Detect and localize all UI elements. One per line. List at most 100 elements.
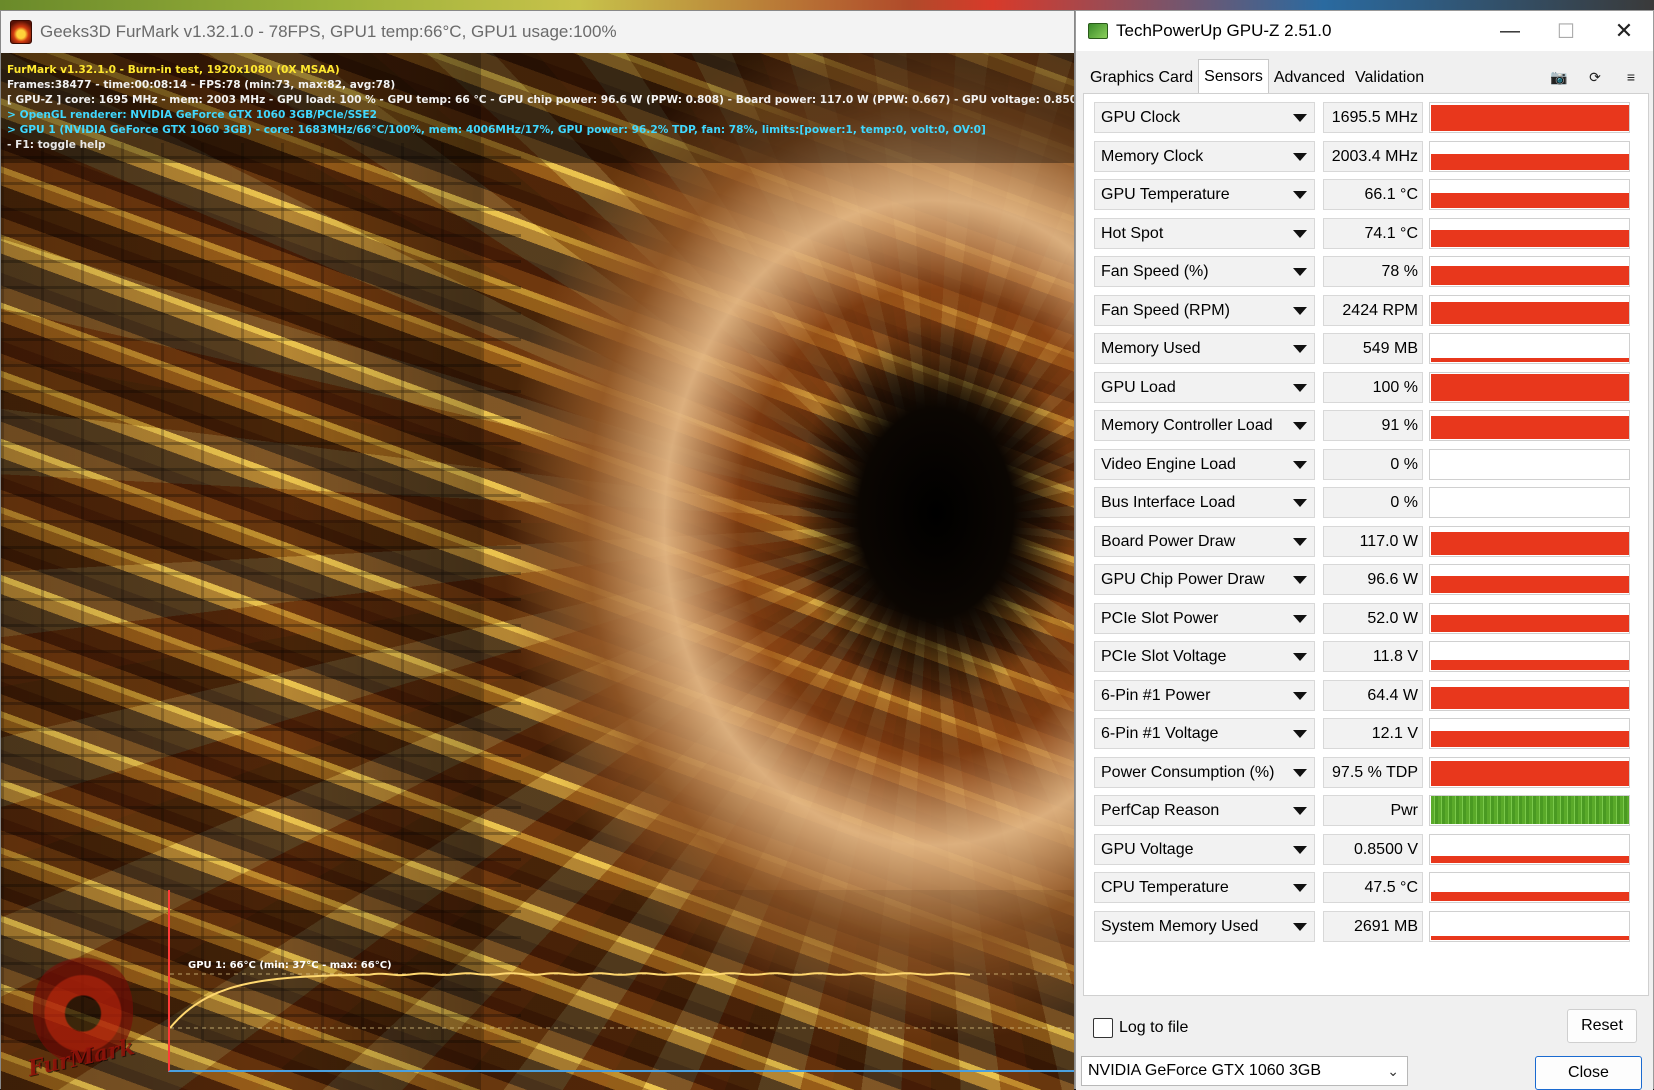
sensor-graph	[1429, 256, 1630, 287]
refresh-icon[interactable]: ⟳	[1579, 65, 1611, 89]
sensor-name: Bus Interface Load	[1101, 494, 1236, 511]
dropdown-arrow-icon[interactable]	[1293, 576, 1307, 584]
sensor-name-dropdown[interactable]: Fan Speed (%)	[1094, 256, 1315, 287]
sensor-name-dropdown[interactable]: Hot Spot	[1094, 218, 1315, 249]
log-to-file-option[interactable]: Log to file	[1093, 1018, 1188, 1038]
dropdown-arrow-icon[interactable]	[1293, 884, 1307, 892]
menu-icon[interactable]: ≡	[1615, 65, 1647, 89]
dropdown-arrow-icon[interactable]	[1293, 807, 1307, 815]
dropdown-arrow-icon[interactable]	[1293, 461, 1307, 469]
dropdown-arrow-icon[interactable]	[1293, 653, 1307, 661]
dropdown-arrow-icon[interactable]	[1293, 499, 1307, 507]
sensor-name: PerfCap Reason	[1101, 802, 1220, 819]
sensor-graph-fill	[1431, 302, 1629, 324]
sensor-name-dropdown[interactable]: GPU Voltage	[1094, 834, 1315, 865]
tab-sensors[interactable]: Sensors	[1198, 59, 1269, 93]
sensor-row: 6-Pin #1 Voltage 12.1 V	[1094, 718, 1640, 749]
sensor-name-dropdown[interactable]: GPU Clock	[1094, 102, 1315, 133]
sensor-row: GPU Load 100 %	[1094, 372, 1640, 403]
sensor-name-dropdown[interactable]: Memory Used	[1094, 333, 1315, 364]
sensor-name-dropdown[interactable]: Memory Clock	[1094, 141, 1315, 172]
sensor-row: PCIe Slot Voltage 11.8 V	[1094, 641, 1640, 672]
sensor-value: 47.5 °C	[1323, 872, 1423, 903]
sensor-name-dropdown[interactable]: GPU Load	[1094, 372, 1315, 403]
camera-icon[interactable]: 📷	[1543, 65, 1575, 89]
close-window-button[interactable]: ✕	[1594, 11, 1654, 51]
sensor-graph	[1429, 680, 1630, 711]
temperature-graph-label: GPU 1: 66°C (min: 37°C - max: 66°C)	[188, 960, 392, 971]
sensor-value: 2424 RPM	[1323, 295, 1423, 326]
furmark-logo: FurMark	[21, 943, 151, 1083]
sensor-name-dropdown[interactable]: GPU Temperature	[1094, 179, 1315, 210]
sensor-value: 97.5 % TDP	[1323, 757, 1423, 788]
sensor-name-dropdown[interactable]: 6-Pin #1 Power	[1094, 680, 1315, 711]
sensor-name-dropdown[interactable]: Video Engine Load	[1094, 449, 1315, 480]
sensor-row: Fan Speed (%) 78 %	[1094, 256, 1640, 287]
minimize-button[interactable]: —	[1480, 11, 1540, 51]
dropdown-arrow-icon[interactable]	[1293, 307, 1307, 315]
sensor-name-dropdown[interactable]: PerfCap Reason	[1094, 795, 1315, 826]
tab-advanced[interactable]: Advanced	[1269, 59, 1350, 93]
sensor-value: 0 %	[1323, 487, 1423, 518]
dropdown-arrow-icon[interactable]	[1293, 268, 1307, 276]
sensor-row: Hot Spot 74.1 °C	[1094, 218, 1640, 249]
sensor-name-dropdown[interactable]: Fan Speed (RPM)	[1094, 295, 1315, 326]
sensor-name: Fan Speed (%)	[1101, 263, 1209, 280]
sensor-graph-fill	[1431, 687, 1629, 709]
desktop-background	[0, 0, 1654, 10]
sensor-graph-fill	[1431, 154, 1629, 170]
furmark-titlebar[interactable]: Geeks3D FurMark v1.32.1.0 - 78FPS, GPU1 …	[1, 11, 1074, 53]
dropdown-arrow-icon[interactable]	[1293, 345, 1307, 353]
dropdown-arrow-icon[interactable]	[1293, 422, 1307, 430]
dropdown-arrow-icon[interactable]	[1293, 230, 1307, 238]
tab-validation[interactable]: Validation	[1350, 59, 1429, 93]
sensor-name: GPU Chip Power Draw	[1101, 571, 1265, 588]
log-to-file-checkbox[interactable]	[1093, 1018, 1113, 1038]
maximize-button[interactable]: ☐	[1536, 11, 1596, 51]
close-button[interactable]: Close	[1535, 1056, 1642, 1090]
dropdown-arrow-icon[interactable]	[1293, 730, 1307, 738]
dropdown-arrow-icon[interactable]	[1293, 114, 1307, 122]
sensor-row: PCIe Slot Power 52.0 W	[1094, 603, 1640, 634]
sensor-name-dropdown[interactable]: 6-Pin #1 Voltage	[1094, 718, 1315, 749]
sensor-graph	[1429, 603, 1630, 634]
dropdown-arrow-icon[interactable]	[1293, 846, 1307, 854]
sensor-row: Power Consumption (%) 97.5 % TDP	[1094, 757, 1640, 788]
sensor-graph	[1429, 872, 1630, 903]
furmark-window[interactable]: Geeks3D FurMark v1.32.1.0 - 78FPS, GPU1 …	[0, 10, 1075, 1090]
dropdown-arrow-icon[interactable]	[1293, 769, 1307, 777]
sensor-graph-fill	[1431, 936, 1629, 940]
dropdown-arrow-icon[interactable]	[1293, 191, 1307, 199]
sensor-name-dropdown[interactable]: CPU Temperature	[1094, 872, 1315, 903]
sensor-name-dropdown[interactable]: PCIe Slot Power	[1094, 603, 1315, 634]
sensor-name-dropdown[interactable]: System Memory Used	[1094, 911, 1315, 942]
sensor-name-dropdown[interactable]: Board Power Draw	[1094, 526, 1315, 557]
sensor-name: GPU Temperature	[1101, 186, 1230, 203]
gpuz-window[interactable]: TechPowerUp GPU-Z 2.51.0 — ☐ ✕ Graphics …	[1075, 10, 1654, 1090]
sensor-name-dropdown[interactable]: Power Consumption (%)	[1094, 757, 1315, 788]
sensor-row: 6-Pin #1 Power 64.4 W	[1094, 680, 1640, 711]
sensor-graph-fill	[1431, 105, 1629, 131]
gpuz-tab-bar: Graphics Card Sensors Advanced Validatio…	[1085, 59, 1429, 93]
dropdown-arrow-icon[interactable]	[1293, 615, 1307, 623]
dropdown-arrow-icon[interactable]	[1293, 153, 1307, 161]
sensor-value: 549 MB	[1323, 333, 1423, 364]
tab-graphics-card[interactable]: Graphics Card	[1085, 59, 1198, 93]
sensor-row: GPU Chip Power Draw 96.6 W	[1094, 564, 1640, 595]
sensor-name-dropdown[interactable]: GPU Chip Power Draw	[1094, 564, 1315, 595]
sensor-graph-fill	[1431, 761, 1629, 786]
reset-button[interactable]: Reset	[1567, 1009, 1637, 1043]
sensor-name-dropdown[interactable]: PCIe Slot Voltage	[1094, 641, 1315, 672]
dropdown-arrow-icon[interactable]	[1293, 384, 1307, 392]
sensor-value: 117.0 W	[1323, 526, 1423, 557]
dropdown-arrow-icon[interactable]	[1293, 538, 1307, 546]
dropdown-arrow-icon[interactable]	[1293, 923, 1307, 931]
sensor-name-dropdown[interactable]: Memory Controller Load	[1094, 410, 1315, 441]
gpu-select-dropdown[interactable]: NVIDIA GeForce GTX 1060 3GB ⌄	[1081, 1056, 1408, 1086]
sensor-name-dropdown[interactable]: Bus Interface Load	[1094, 487, 1315, 518]
sensor-graph-fill	[1431, 266, 1629, 285]
sensor-graph-fill	[1431, 230, 1629, 247]
gpuz-titlebar[interactable]: TechPowerUp GPU-Z 2.51.0 — ☐ ✕	[1076, 11, 1653, 51]
sensor-row: GPU Temperature 66.1 °C	[1094, 179, 1640, 210]
dropdown-arrow-icon[interactable]	[1293, 692, 1307, 700]
